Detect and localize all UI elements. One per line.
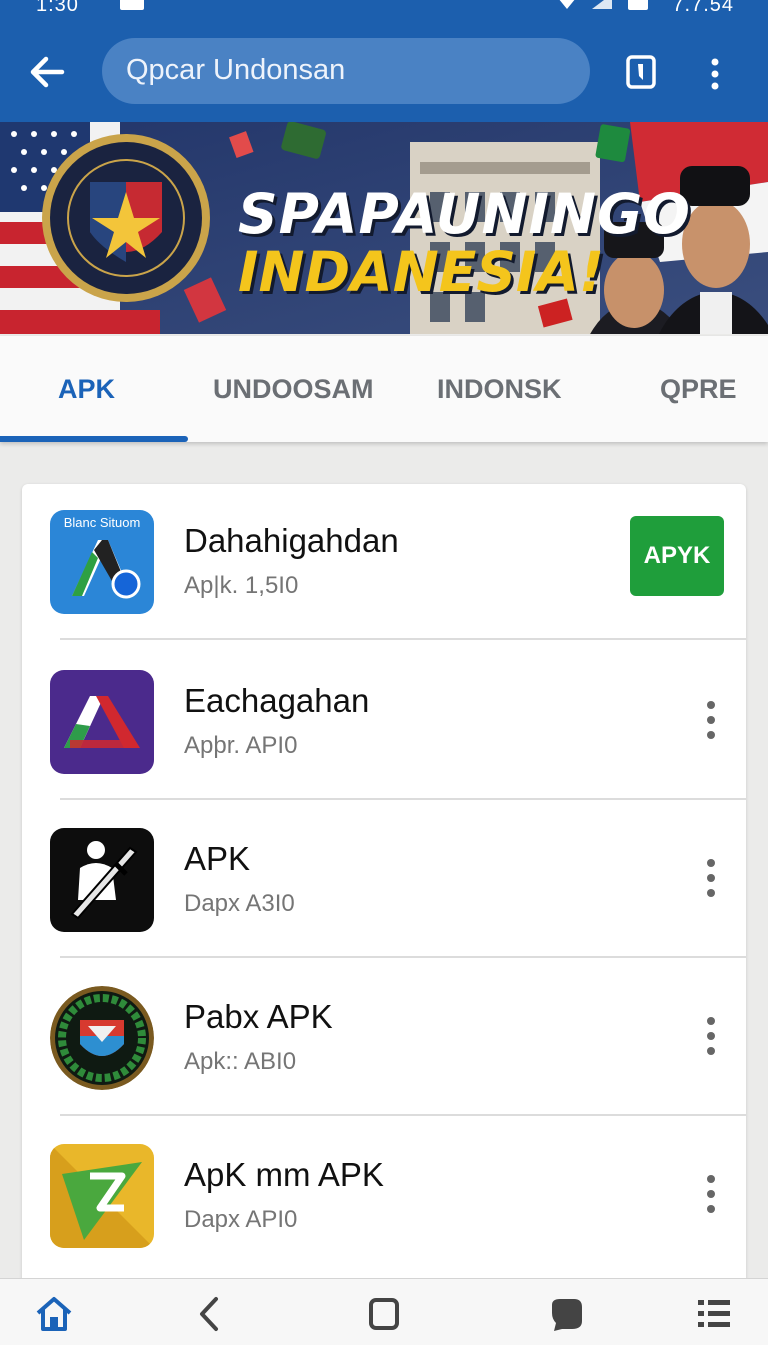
app-subtitle: Apk:: ABI0 (184, 1048, 297, 1075)
tab-indicator (0, 436, 188, 442)
tab-undoosam[interactable]: UNDOOSAM (213, 374, 374, 405)
status-right-text: 7.7.54 (672, 0, 734, 16)
app-list: Blanc Situom Dahahigahdan Ap|k. 1,5I0 AP… (22, 484, 746, 1284)
search-text: Qpcar Undonsan (126, 54, 346, 86)
overflow-menu-icon[interactable] (694, 698, 728, 742)
soldier-sword-icon (50, 828, 154, 932)
banner-title-line2: INDANESIA! (238, 240, 605, 304)
divider (60, 798, 746, 800)
divider (60, 956, 746, 958)
yellow-z-arrow-icon (50, 1144, 154, 1248)
tab-bar: APK UNDOOSAM INDONSK QPRE (0, 336, 768, 442)
notification-icon (120, 0, 144, 10)
status-bar: 1:30 7.7.54 (0, 0, 768, 22)
promo-banner[interactable]: SPAPAUNINGO INDANESIA! (0, 122, 768, 334)
tab-indonsk[interactable]: INDONSK (437, 374, 562, 405)
shield-emblem-icon (50, 986, 154, 1090)
install-button[interactable]: APYK (630, 516, 724, 596)
back-arrow-icon[interactable] (24, 52, 70, 92)
overflow-menu-icon[interactable] (694, 1172, 728, 1216)
chat-icon[interactable] (546, 1295, 586, 1333)
app-bar: Qpcar Undonsan (0, 22, 768, 122)
more-options-icon[interactable] (700, 54, 730, 94)
list-item[interactable]: Eachagahan Apþr. API0 (22, 644, 746, 800)
divider (60, 638, 746, 640)
stylized-a-purple-icon (50, 670, 154, 774)
signal-icon (592, 0, 612, 9)
wifi-icon (559, 0, 575, 9)
back-icon[interactable] (190, 1295, 230, 1333)
battery-icon (628, 0, 648, 10)
list-item[interactable]: Blanc Situom Dahahigahdan Ap|k. 1,5I0 AP… (22, 484, 746, 640)
app-name: ApK mm APK (184, 1156, 384, 1193)
status-time: 1:30 (36, 0, 79, 16)
bookmark-icon[interactable] (622, 52, 660, 92)
list-item[interactable]: ApK mm APK Dapx API0 (22, 1118, 746, 1274)
list-item[interactable]: APK Dapx A3I0 (22, 802, 746, 958)
recents-icon[interactable] (364, 1295, 404, 1333)
overflow-menu-icon[interactable] (694, 1014, 728, 1058)
list-item[interactable]: Pabx APK Apk:: ABI0 (22, 960, 746, 1116)
app-subtitle: Dapx A3I0 (184, 890, 295, 917)
divider (60, 1114, 746, 1116)
banner-title-line1: SPAPAUNINGO (238, 182, 691, 246)
app-name: Eachagahan (184, 682, 370, 719)
stylized-a-blue-icon: Blanc Situom (50, 510, 154, 614)
home-icon[interactable] (34, 1295, 74, 1333)
app-subtitle: Dapx API0 (184, 1206, 298, 1233)
tab-qpre[interactable]: QPRE (660, 374, 737, 405)
svg-text:Blanc Situom: Blanc Situom (64, 515, 141, 530)
search-input[interactable]: Qpcar Undonsan (102, 38, 590, 104)
app-name: APK (184, 840, 251, 877)
list-icon[interactable] (694, 1295, 734, 1333)
bottom-nav-bar (0, 1278, 768, 1345)
app-subtitle: Apþr. API0 (184, 732, 298, 759)
tab-apk[interactable]: APK (58, 374, 115, 405)
app-subtitle: Ap|k. 1,5I0 (184, 572, 299, 599)
overflow-menu-icon[interactable] (694, 856, 728, 900)
app-name: Pabx APK (184, 998, 333, 1035)
app-name: Dahahigahdan (184, 522, 399, 559)
